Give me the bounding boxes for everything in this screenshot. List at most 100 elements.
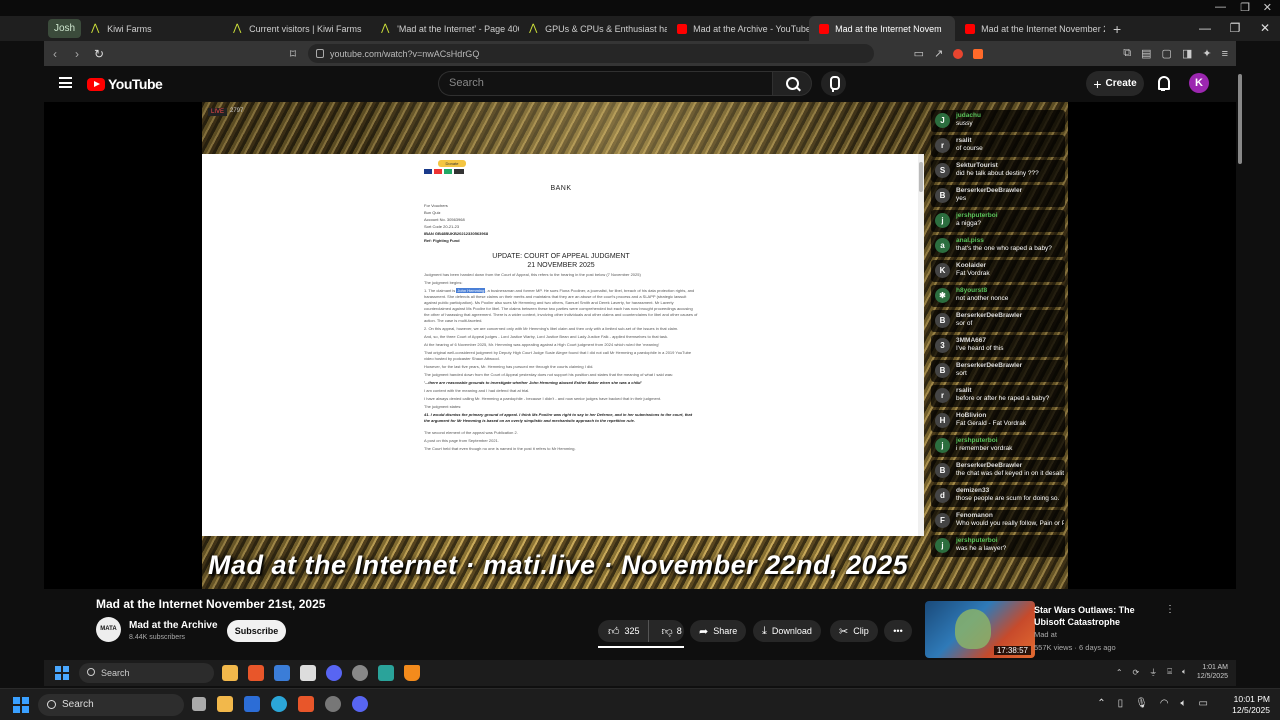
recommended-thumbnail[interactable]: 17:38:57 (925, 601, 1035, 658)
reader-icon[interactable]: ▤ (1141, 47, 1151, 60)
chat-avatar: r (935, 138, 950, 153)
voice-search-icon[interactable] (821, 71, 846, 96)
like-dislike-group: 👍︎ 325 👎︎ 8 (598, 620, 684, 642)
channel-avatar[interactable]: MATA (96, 617, 121, 642)
forward-icon[interactable]: › (66, 47, 88, 61)
chat-username: BerserkerDeeBrawler (956, 462, 1023, 469)
battery-level-icon[interactable]: ▭ (1199, 698, 1208, 709)
tab-kiwi-farms[interactable]: ⋀ Kiwi Farms (81, 16, 223, 41)
wallet-icon[interactable]: ▢ (1162, 47, 1172, 60)
guide-menu-icon[interactable] (59, 77, 72, 88)
bookmark-icon[interactable]: ⌑ (282, 47, 304, 61)
account-avatar[interactable]: K (1189, 73, 1209, 93)
chat-avatar: B (935, 363, 950, 378)
chat-avatar: r (935, 388, 950, 403)
recommended-channel[interactable]: Mad at (1034, 630, 1057, 639)
battery-icon[interactable]: ▯ (1118, 698, 1124, 709)
doc-line: For Vouchers (424, 203, 448, 208)
start-button-icon[interactable] (13, 697, 29, 713)
volume-icon[interactable]: 🔈︎ (1181, 698, 1187, 709)
profile-chip[interactable]: Josh (48, 19, 82, 38)
edge-icon[interactable] (271, 696, 287, 712)
like-button[interactable]: 👍︎ 325 (598, 620, 649, 642)
store-icon[interactable] (244, 696, 260, 712)
screen: — ❐ ✕ Josh ⋀ Kiwi Farms ⋀ Current visito… (0, 0, 1280, 720)
task-view-icon[interactable] (192, 697, 206, 711)
file-explorer-icon[interactable] (217, 696, 233, 712)
system-clock[interactable]: 10:01 PM 12/5/2025 (1232, 694, 1270, 716)
download-button[interactable]: ⤓ Download (753, 620, 821, 642)
chat-username: Koolaider (956, 262, 986, 269)
browser-toolbar: ‹ › ↻ ⌑ youtube.com/watch?v=nwACsHdrGQ ▭… (44, 41, 1236, 66)
notifications-bell-icon[interactable] (1156, 75, 1170, 91)
tab-current-visitors[interactable]: ⋀ Current visitors | Kiwi Farms (223, 16, 371, 41)
share-button[interactable]: ➦ Share (690, 620, 747, 642)
browser-restore-icon[interactable]: ❐ (1220, 16, 1250, 41)
brave-icon[interactable] (298, 696, 314, 712)
youtube-play-icon (87, 77, 105, 91)
search-input[interactable]: Search (438, 71, 772, 96)
like-count: 325 (624, 626, 640, 636)
clip-button[interactable]: ✂ Clip (830, 620, 878, 642)
create-button[interactable]: + Create (1086, 71, 1144, 96)
tab-active-video[interactable]: Mad at the Internet Novem ✕ (809, 16, 956, 41)
brave-shields-icon[interactable] (953, 48, 964, 59)
discord-icon (326, 665, 342, 681)
tab-mad-at-internet-thread[interactable]: ⋀ 'Mad at the Internet' - Page 4062 | (371, 16, 519, 41)
youtube-favicon-icon (965, 23, 976, 34)
back-icon[interactable]: ‹ (44, 47, 66, 61)
cast-icon[interactable]: ▭ (914, 47, 924, 60)
share-page-icon[interactable]: ↗ (934, 47, 943, 60)
chat-text: was he a lawyer? (956, 545, 1007, 552)
new-tab-button[interactable]: + (1105, 21, 1129, 37)
tab-mad-at-archive[interactable]: Mad at the Archive - YouTube (667, 16, 809, 41)
viewer-count: 2797 (230, 108, 244, 114)
kebab-menu-icon[interactable]: ⋮ (1165, 604, 1175, 615)
browser-window-controls: — ❐ ✕ (1190, 16, 1280, 41)
leo-icon[interactable]: ✦ (1202, 47, 1211, 60)
subscriber-count: 8.44K subscribers (129, 634, 186, 641)
tab-label: Kiwi Farms (107, 23, 152, 34)
window-close-icon[interactable]: ✕ (1263, 1, 1272, 14)
browser-minimize-icon[interactable]: — (1190, 16, 1220, 41)
chat-avatar: j (935, 213, 950, 228)
recommended-title[interactable]: Star Wars Outlaws: The Ubisoft Catastrop… (1034, 604, 1164, 628)
kiwi-favicon-icon: ⋀ (233, 22, 242, 34)
page-scrollbar[interactable] (1236, 66, 1244, 660)
tab-gpus-cpus[interactable]: ⋀ GPUs & CPUs & Enthusiast hardwa (519, 16, 667, 41)
subscribe-button[interactable]: Subscribe (227, 620, 286, 642)
stream-tray: ⌃ ⟳ ⏚ ⌸ 🔈︎ 1:01 AM 12/5/2025 (1116, 663, 1228, 681)
chevron-up-icon[interactable]: ⌃ (1097, 698, 1105, 709)
extensions-icon[interactable]: ⧉ (1123, 47, 1131, 60)
stream-taskbar-search: Search (79, 663, 214, 683)
thumbs-down-icon: 👎︎ (661, 625, 673, 638)
youtube-logo[interactable]: YouTube (87, 76, 163, 92)
discord-icon[interactable] (352, 696, 368, 712)
doc-paragraph: I have always denied calling Mr. Hemming… (424, 396, 662, 401)
doc-paragraph: The judgment begins: (424, 280, 463, 285)
brave-rewards-icon[interactable] (973, 48, 984, 59)
url-bar[interactable]: youtube.com/watch?v=nwACsHdrGQ (308, 44, 874, 63)
tab-mad-at-internet-nov-28[interactable]: Mad at the Internet November 28 (955, 16, 1105, 41)
chat-text: sussy (956, 120, 973, 127)
menu-icon[interactable]: ≡ (1222, 48, 1228, 60)
browser-close-icon[interactable]: ✕ (1250, 16, 1280, 41)
chat-message: r rsalit of course (931, 135, 1065, 157)
channel-name[interactable]: Mad at the Archive (129, 620, 218, 631)
window-minimize-icon[interactable]: — (1215, 1, 1226, 13)
sidebar-icon[interactable]: ◨ (1182, 47, 1192, 60)
more-actions-button[interactable]: ••• (884, 620, 912, 642)
wifi-icon[interactable]: ◠ (1160, 698, 1169, 709)
search-button[interactable] (772, 71, 812, 96)
reload-icon[interactable]: ↻ (88, 47, 110, 61)
taskbar-search[interactable]: Search (38, 694, 184, 716)
site-info-icon[interactable] (316, 49, 324, 58)
video-player[interactable]: LIVE 2797 Donate BANK For Vouchers Bun Q… (44, 102, 1236, 589)
obs-icon[interactable] (325, 696, 341, 712)
dislike-button[interactable]: 👎︎ 8 (654, 620, 690, 642)
microphone-icon[interactable]: 🎙︎ (1135, 698, 1148, 709)
share-label: Share (713, 626, 738, 636)
chat-message: F Fenomanon Who would you really follow, P… (931, 510, 1065, 532)
window-restore-icon[interactable]: ❐ (1240, 1, 1250, 14)
doc-paragraph: The Court held that even though no one i… (424, 446, 576, 451)
